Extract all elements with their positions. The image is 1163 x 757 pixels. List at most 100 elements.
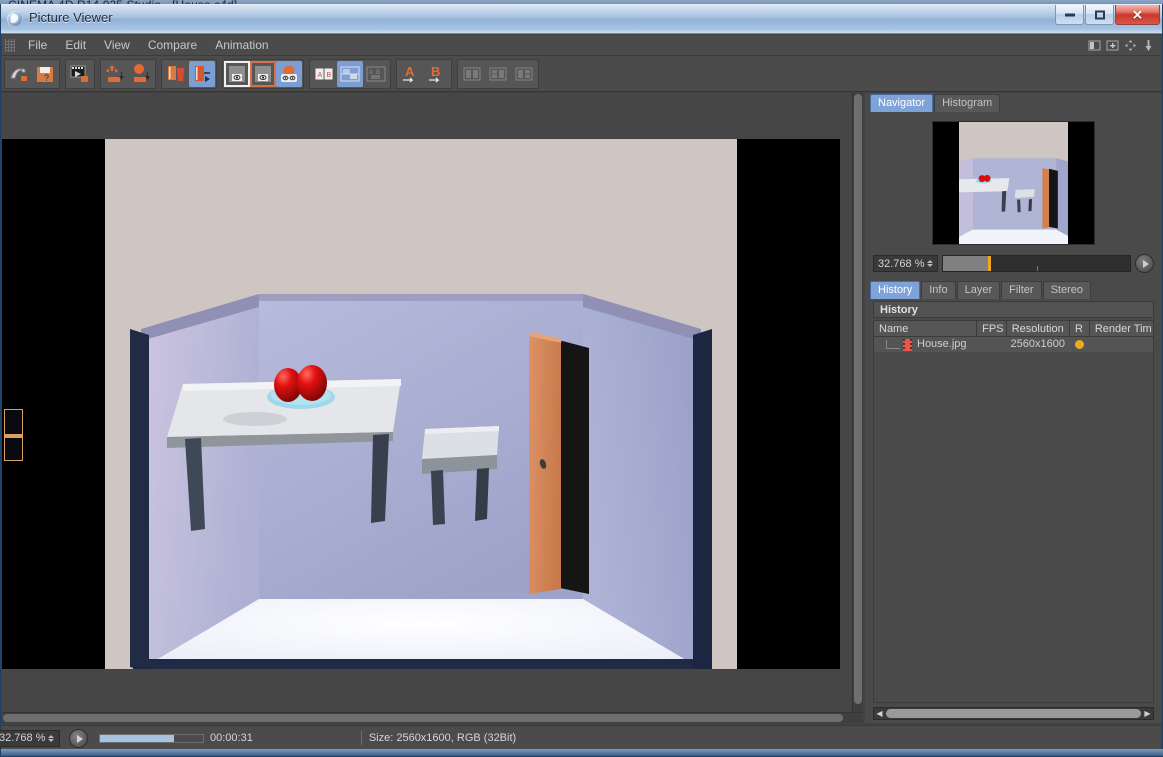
tab-histogram[interactable]: Histogram xyxy=(934,94,1001,112)
cell-r xyxy=(1070,340,1090,349)
panel-split-icon[interactable] xyxy=(1088,39,1101,52)
single-view-icon[interactable] xyxy=(224,60,250,87)
history-panel: History Info Layer Filter Stereo History… xyxy=(865,280,1162,720)
compare-grid-icon[interactable] xyxy=(337,60,363,87)
titlebar: Picture Viewer ✕ xyxy=(1,4,1162,34)
column-header-fps[interactable]: FPS xyxy=(977,321,1007,336)
close-button[interactable]: ✕ xyxy=(1115,5,1160,25)
tab-filter[interactable]: Filter xyxy=(1001,281,1042,299)
statusbar-play-button[interactable] xyxy=(69,728,88,748)
tab-stereo[interactable]: Stereo xyxy=(1042,281,1091,299)
horizontal-scrollbar[interactable] xyxy=(2,712,863,723)
statusbar-zoom-field[interactable]: 32.768 % xyxy=(0,729,60,747)
difference-view-icon[interactable] xyxy=(276,60,302,87)
window-controls: ✕ xyxy=(1055,5,1160,25)
image-canvas xyxy=(2,139,840,669)
render-status-dot xyxy=(1075,340,1085,349)
compare-blend-icon[interactable]: A B xyxy=(363,61,389,87)
delete-image-icon[interactable] xyxy=(163,61,189,87)
toolbar-group-compare: A B A B xyxy=(309,58,391,89)
icon-toolbar: ? A B A B A B xyxy=(2,56,1161,92)
column-header-resolution[interactable]: Resolution xyxy=(1007,321,1070,336)
collapse-down-icon[interactable] xyxy=(1142,39,1155,52)
horizontal-scrollbar-thumb[interactable] xyxy=(3,714,843,722)
playback-progress-bar[interactable] xyxy=(99,733,204,743)
send-layer-icon[interactable] xyxy=(128,61,154,87)
navigator-zoom-field[interactable]: 32.768 % xyxy=(873,255,939,272)
navigator-tabstrip: Navigator Histogram xyxy=(865,93,1162,112)
navigator-zoom-slider[interactable] xyxy=(942,255,1131,272)
column-header-render-time[interactable]: Render Tim xyxy=(1090,321,1153,336)
image-viewport[interactable] xyxy=(2,93,863,723)
tab-navigator[interactable]: Navigator xyxy=(870,94,934,112)
statusbar-zoom-value: 32.768 % xyxy=(0,732,46,744)
navigator-play-button[interactable] xyxy=(1135,254,1154,273)
menu-compare[interactable]: Compare xyxy=(139,36,206,54)
window-title: Picture Viewer xyxy=(29,10,113,25)
column-header-name[interactable]: Name xyxy=(874,321,978,336)
cell-name[interactable]: House.jpg xyxy=(874,337,977,352)
column-header-r[interactable]: R xyxy=(1070,321,1090,336)
image-file-icon xyxy=(903,338,912,351)
layout-side-by-side-icon[interactable] xyxy=(459,61,485,87)
toolbar-group-move xyxy=(100,58,156,89)
toolbar-group-ab-assign: A B xyxy=(396,58,452,89)
set-b-icon[interactable]: B xyxy=(424,61,450,87)
history-table[interactable]: Name FPS Resolution R Render Tim House.j… xyxy=(873,320,1154,703)
left-wall-window xyxy=(4,409,23,461)
history-table-header: Name FPS Resolution R Render Tim xyxy=(874,321,1153,337)
history-section-title: History xyxy=(873,301,1154,318)
drag-grip-icon[interactable] xyxy=(5,38,15,52)
toolbar-group-file: ? xyxy=(4,58,60,89)
compare-view-icon[interactable] xyxy=(250,60,276,87)
picture-viewer-icon xyxy=(7,11,23,27)
send-to-icon[interactable] xyxy=(102,61,128,87)
scroll-left-icon[interactable]: ◀ xyxy=(874,708,885,719)
compare-ab-icon[interactable]: A B xyxy=(311,61,337,87)
navigator-letterbox-left xyxy=(933,122,959,244)
history-horizontal-scrollbar[interactable]: ◀ ▶ xyxy=(873,707,1154,720)
navigator-zoom-value: 32.768 % xyxy=(878,257,925,270)
navigator-preview-area[interactable] xyxy=(873,118,1154,248)
rendered-image xyxy=(105,139,737,669)
toolbar-group-view-mode xyxy=(222,58,304,89)
menu-view[interactable]: View xyxy=(95,36,139,54)
tab-info[interactable]: Info xyxy=(921,281,956,299)
playback-progress-fill xyxy=(100,734,175,742)
picture-viewer-window: Picture Viewer ✕ File Edit View Compare … xyxy=(0,4,1163,757)
image-size-info: Size: 2560x1600, RGB (32Bit) xyxy=(368,732,517,744)
maximize-button[interactable] xyxy=(1085,5,1114,25)
menu-file[interactable]: File xyxy=(19,36,56,54)
vertical-scrollbar-thumb[interactable] xyxy=(854,94,862,704)
navigator-thumbnail[interactable] xyxy=(932,121,1095,245)
layout-stack-icon[interactable] xyxy=(511,61,537,87)
set-a-icon[interactable]: A xyxy=(398,61,424,87)
cell-name-text: House.jpg xyxy=(917,338,967,350)
navigator-zoom-stepper[interactable] xyxy=(927,260,934,267)
minimize-icon xyxy=(1064,13,1075,16)
svg-text:A: A xyxy=(405,64,415,79)
screen: CINEMA 4D R14.025 Studio - [House.c4d] P… xyxy=(0,0,1163,757)
clear-history-icon[interactable] xyxy=(189,60,215,87)
svg-text:B: B xyxy=(431,64,440,79)
navigator-zoom-row: 32.768 % xyxy=(873,254,1154,273)
scroll-right-icon[interactable]: ▶ xyxy=(1142,708,1153,719)
menu-animation[interactable]: Animation xyxy=(206,36,277,54)
layout-quad-icon[interactable] xyxy=(485,61,511,87)
minimize-button[interactable] xyxy=(1055,5,1084,25)
table-row[interactable]: House.jpg 2560x1600 xyxy=(874,337,1153,352)
save-image-as-icon[interactable]: ? xyxy=(32,61,58,87)
vertical-scrollbar[interactable] xyxy=(852,93,863,712)
tab-history[interactable]: History xyxy=(870,281,921,299)
render-queue-icon[interactable] xyxy=(67,61,93,87)
menubar: File Edit View Compare Animation xyxy=(2,35,1161,56)
menu-edit[interactable]: Edit xyxy=(56,36,95,54)
navigator-zoom-slider-knob[interactable] xyxy=(988,256,992,271)
history-scrollbar-thumb[interactable] xyxy=(886,709,1141,718)
move-arrows-icon[interactable] xyxy=(1124,39,1137,52)
open-image-icon[interactable] xyxy=(6,61,32,87)
plus-box-icon[interactable] xyxy=(1106,39,1119,52)
tab-layer[interactable]: Layer xyxy=(956,281,1001,299)
navigator-zoom-slider-tick xyxy=(1036,266,1038,271)
statusbar-zoom-stepper[interactable] xyxy=(48,734,55,742)
